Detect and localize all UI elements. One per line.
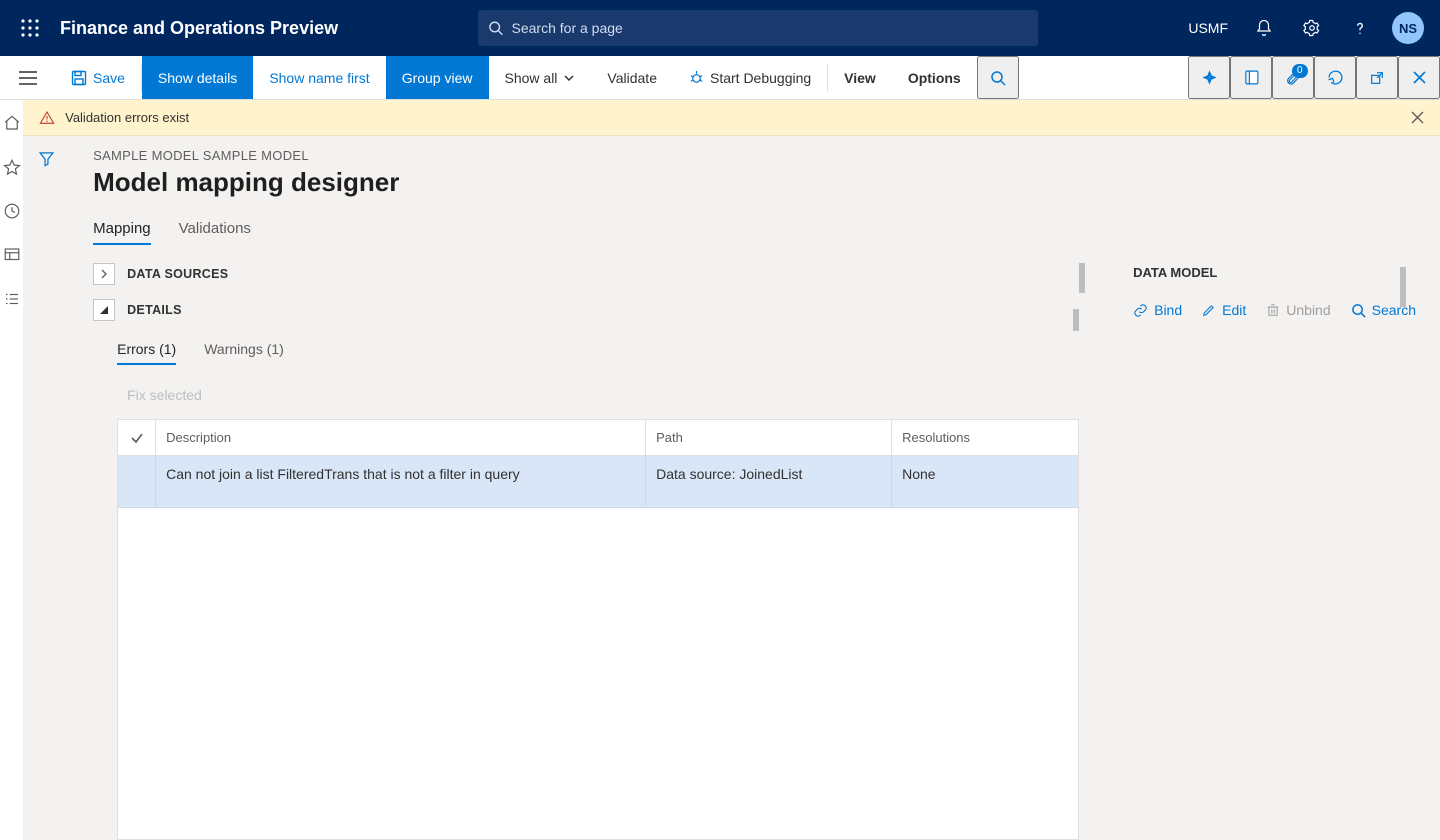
favorites-icon[interactable] bbox=[3, 158, 21, 176]
page-title: Model mapping designer bbox=[93, 167, 1416, 198]
panel-resize-handle[interactable] bbox=[1079, 263, 1085, 293]
details-header[interactable]: DETAILS bbox=[93, 299, 1079, 321]
data-model-panel: DATA MODEL Bind Edit bbox=[1079, 263, 1416, 840]
validate-button[interactable]: Validate bbox=[591, 56, 673, 99]
errors-grid: Description Path Resolutions Can not joi… bbox=[117, 419, 1079, 840]
collapse-details-icon[interactable] bbox=[93, 299, 115, 321]
tab-validations[interactable]: Validations bbox=[179, 220, 251, 245]
data-sources-header[interactable]: DATA SOURCES bbox=[93, 263, 1079, 285]
trash-icon bbox=[1266, 303, 1280, 317]
row-resolutions: None bbox=[892, 456, 1078, 507]
data-model-title: DATA MODEL bbox=[1133, 265, 1416, 280]
unbind-button: Unbind bbox=[1266, 302, 1330, 318]
fix-selected-button: Fix selected bbox=[127, 387, 1079, 403]
grid-row[interactable]: Can not join a list FilteredTrans that i… bbox=[118, 456, 1078, 508]
save-button[interactable]: Save bbox=[55, 56, 141, 99]
filter-gutter bbox=[23, 136, 69, 840]
panel-scrollbar[interactable] bbox=[1400, 267, 1406, 307]
command-bar: Save Show details Show name first Group … bbox=[0, 56, 1440, 100]
column-description[interactable]: Description bbox=[156, 420, 646, 455]
row-description: Can not join a list FilteredTrans that i… bbox=[156, 456, 646, 507]
subtab-warnings[interactable]: Warnings (1) bbox=[204, 341, 284, 365]
recent-icon[interactable] bbox=[3, 202, 21, 220]
user-avatar[interactable]: NS bbox=[1392, 12, 1424, 44]
modules-icon[interactable] bbox=[3, 290, 21, 308]
data-model-search-button[interactable]: Search bbox=[1351, 302, 1416, 318]
row-path: Data source: JoinedList bbox=[646, 456, 892, 507]
view-menu[interactable]: View bbox=[828, 56, 892, 99]
global-search-input[interactable] bbox=[512, 20, 1029, 36]
attachments-badge: 0 bbox=[1292, 64, 1308, 78]
help-icon[interactable] bbox=[1338, 0, 1382, 56]
debug-icon bbox=[689, 70, 704, 85]
search-icon bbox=[488, 20, 503, 36]
link-icon bbox=[1133, 303, 1148, 318]
validation-warning-bar: Validation errors exist bbox=[23, 100, 1440, 136]
warning-close-icon[interactable] bbox=[1411, 111, 1424, 124]
breadcrumb: SAMPLE MODEL SAMPLE MODEL bbox=[93, 148, 1416, 163]
notifications-icon[interactable] bbox=[1242, 0, 1286, 56]
hamburger-icon[interactable] bbox=[0, 56, 55, 99]
subtab-errors[interactable]: Errors (1) bbox=[117, 341, 176, 365]
global-search[interactable] bbox=[478, 10, 1038, 46]
column-select[interactable] bbox=[118, 420, 156, 455]
show-name-first-button[interactable]: Show name first bbox=[253, 56, 385, 99]
save-label: Save bbox=[93, 70, 125, 86]
search-icon bbox=[1351, 303, 1366, 318]
page-tabs: Mapping Validations bbox=[93, 220, 1416, 245]
group-view-button[interactable]: Group view bbox=[386, 56, 489, 99]
show-all-dropdown[interactable]: Show all bbox=[489, 56, 592, 99]
copilot-icon[interactable] bbox=[1230, 56, 1272, 99]
options-menu[interactable]: Options bbox=[892, 56, 977, 99]
bind-button[interactable]: Bind bbox=[1133, 302, 1182, 318]
warning-icon bbox=[39, 110, 55, 126]
search-command-icon[interactable] bbox=[977, 56, 1019, 99]
close-page-icon[interactable] bbox=[1398, 56, 1440, 99]
edit-button[interactable]: Edit bbox=[1202, 302, 1246, 318]
splitter-handle[interactable] bbox=[1073, 309, 1079, 331]
tab-mapping[interactable]: Mapping bbox=[93, 220, 151, 245]
column-path[interactable]: Path bbox=[646, 420, 892, 455]
workspaces-icon[interactable] bbox=[3, 246, 21, 264]
left-nav-rail bbox=[0, 100, 23, 840]
show-details-button[interactable]: Show details bbox=[142, 56, 253, 99]
warning-text: Validation errors exist bbox=[65, 110, 189, 125]
app-header: Finance and Operations Preview USMF NS bbox=[0, 0, 1440, 56]
expand-data-sources-icon[interactable] bbox=[93, 263, 115, 285]
column-resolutions[interactable]: Resolutions bbox=[892, 420, 1078, 455]
app-title: Finance and Operations Preview bbox=[60, 18, 338, 39]
settings-icon[interactable] bbox=[1290, 0, 1334, 56]
start-debugging-button[interactable]: Start Debugging bbox=[673, 56, 827, 99]
tips-icon[interactable] bbox=[1188, 56, 1230, 99]
company-picker[interactable]: USMF bbox=[1178, 0, 1238, 56]
pencil-icon bbox=[1202, 303, 1216, 317]
app-launcher-icon[interactable] bbox=[8, 19, 52, 37]
details-subtabs: Errors (1) Warnings (1) bbox=[117, 341, 1079, 365]
save-icon bbox=[71, 70, 87, 86]
home-icon[interactable] bbox=[3, 114, 21, 132]
attachments-icon[interactable]: 0 bbox=[1272, 56, 1314, 99]
row-select[interactable] bbox=[118, 456, 156, 507]
popout-icon[interactable] bbox=[1356, 56, 1398, 99]
chevron-down-icon bbox=[563, 72, 575, 84]
grid-header: Description Path Resolutions bbox=[118, 420, 1078, 456]
filter-icon[interactable] bbox=[38, 150, 55, 840]
refresh-icon[interactable] bbox=[1314, 56, 1356, 99]
